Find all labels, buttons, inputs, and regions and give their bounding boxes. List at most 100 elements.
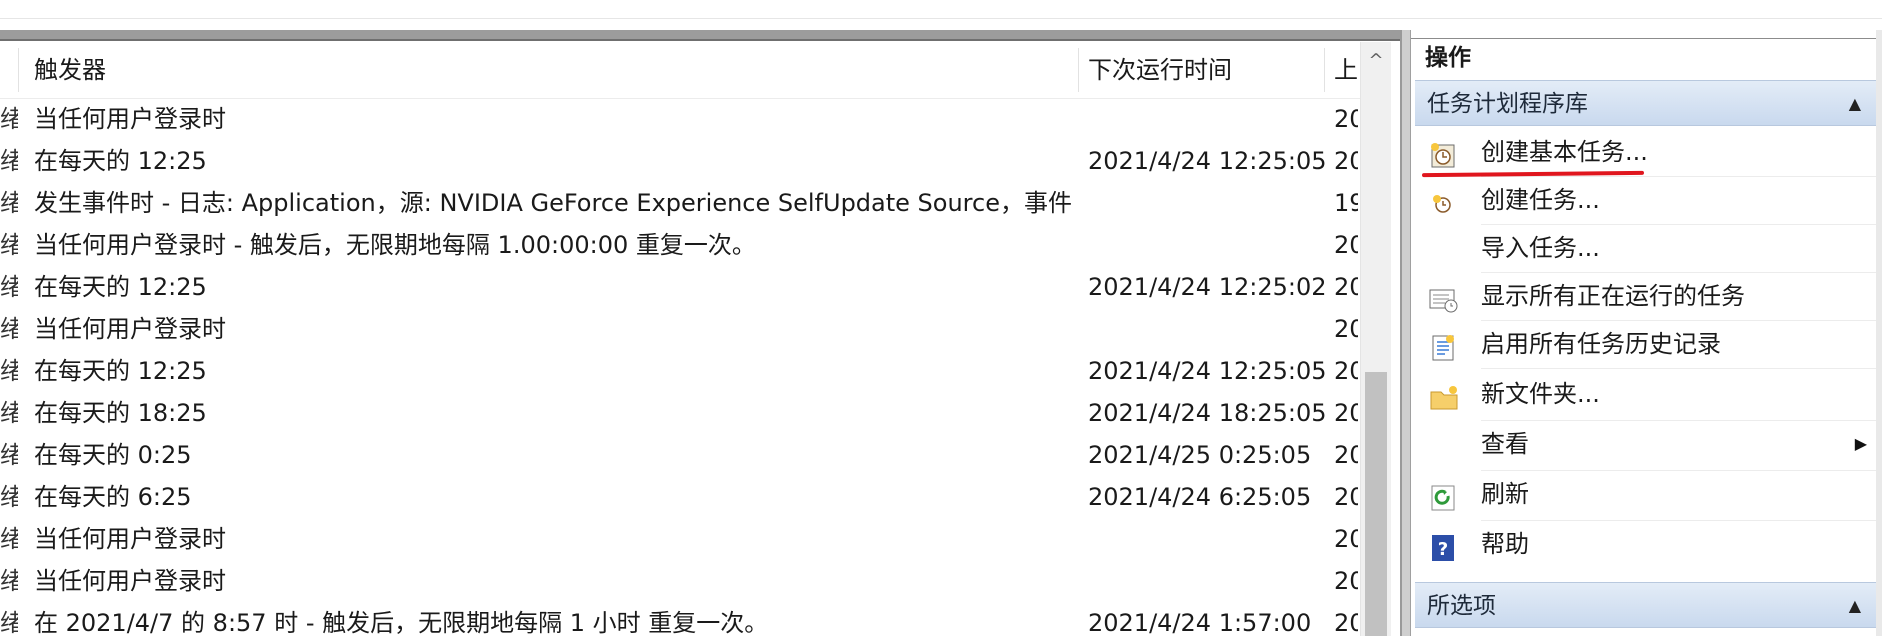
task-status-cell: 绪 (0, 147, 18, 175)
task-trigger-cell: 在 2021/4/7 的 8:57 时 - 触发后，无限期地每隔 1 小时 重复… (34, 609, 769, 636)
task-last-run-cell: 20 (1334, 273, 1358, 301)
task-status-cell: 绪 (0, 567, 18, 595)
action-label: 导入任务... (1481, 234, 1600, 262)
actions-scrollbar[interactable] (1876, 30, 1882, 636)
help-icon: ? (1429, 530, 1457, 561)
task-last-run-cell: 20 (1334, 483, 1358, 511)
task-trigger-cell: 在每天的 12:25 (34, 357, 207, 385)
task-next-run-cell: 2021/4/24 6:25:05 (1088, 483, 1312, 511)
action-show-running-tasks[interactable]: 显示所有正在运行的任务 (1415, 272, 1881, 320)
task-status-cell: 绪 (0, 357, 18, 385)
task-row[interactable]: 绪当任何用户登录时 20 (0, 308, 1360, 350)
action-refresh[interactable]: 刷新 (1415, 470, 1881, 518)
task-row[interactable]: 绪在 2021/4/7 的 8:57 时 - 触发后，无限期地每隔 1 小时 重… (0, 602, 1360, 636)
action-enable-history[interactable]: 启用所有任务历史记录 (1415, 320, 1881, 368)
task-trigger-cell: 在每天的 12:25 (34, 147, 207, 175)
actions-title: 操作 (1411, 38, 1882, 76)
task-row[interactable]: 绪在每天的 0:25 2021/4/25 0:25:05 20 (0, 434, 1360, 476)
task-trigger-cell: 发生事件时 - 日志: Application，源: NVIDIA GeForc… (34, 189, 1074, 217)
task-last-run-cell: 20 (1334, 525, 1358, 553)
collapse-arrow-icon[interactable]: ▲ (1849, 583, 1861, 629)
task-last-run-cell: 20 (1334, 441, 1358, 469)
divider (1481, 368, 1881, 369)
action-label: 帮助 (1481, 530, 1529, 558)
task-trigger-cell: 当任何用户登录时 (34, 567, 226, 595)
task-trigger-cell: 当任何用户登录时 - 触发后，无限期地每隔 1.00:00:00 重复一次。 (34, 231, 756, 259)
task-status-cell: 绪 (0, 273, 18, 301)
task-last-run-cell: 19 (1334, 189, 1358, 217)
task-next-run-cell: 2021/4/24 12:25:02 (1088, 273, 1327, 301)
task-trigger-cell: 当任何用户登录时 (34, 525, 226, 553)
task-trigger-cell: 在每天的 18:25 (34, 399, 207, 427)
action-create-task[interactable]: 创建任务... (1415, 176, 1881, 224)
action-label: 刷新 (1481, 480, 1529, 508)
task-last-run-cell: 20 (1334, 147, 1358, 175)
column-header-status[interactable] (0, 42, 18, 98)
action-new-folder[interactable]: 新文件夹... (1415, 370, 1881, 418)
task-trigger-cell: 在每天的 0:25 (34, 441, 192, 469)
task-last-run-cell: 20 (1334, 231, 1358, 259)
svg-text:?: ? (1438, 539, 1448, 560)
task-row[interactable]: 绪当任何用户登录时 20 (0, 560, 1360, 602)
action-create-basic-task[interactable]: 创建基本任务... (1415, 128, 1881, 176)
pane-frame (0, 30, 1400, 41)
task-next-run-cell: 2021/4/24 1:57:00 (1088, 609, 1312, 636)
action-label: 创建基本任务... (1481, 138, 1648, 166)
create-task-icon (1429, 186, 1457, 214)
task-list-header: 触发器 下次运行时间 上 (0, 42, 1360, 99)
task-row[interactable]: 绪在每天的 6:25 2021/4/24 6:25:05 20 (0, 476, 1360, 518)
task-next-run-cell: 2021/4/25 0:25:05 (1088, 441, 1312, 469)
task-row[interactable]: 绪当任何用户登录时 20 (0, 518, 1360, 560)
task-status-cell: 绪 (0, 441, 18, 469)
refresh-icon (1429, 480, 1457, 511)
task-list: 触发器 下次运行时间 上 绪当任何用户登录时 20 绪在每天的 12:25 2021/… (0, 42, 1360, 636)
action-import-task[interactable]: 导入任务... (1415, 224, 1881, 272)
task-trigger-cell: 在每天的 12:25 (34, 273, 207, 301)
scrollbar-thumb[interactable] (1365, 372, 1387, 636)
task-trigger-cell: 在每天的 6:25 (34, 483, 192, 511)
actions-pane: 操作 任务计划程序库 ▲ 创建基本任务... 创建任务... 导入任务... 显… (1410, 30, 1882, 636)
history-icon (1429, 330, 1457, 361)
task-last-run-cell: 20 (1334, 609, 1358, 636)
task-row[interactable]: 绪当任何用户登录时 20 (0, 98, 1360, 140)
column-header-trigger[interactable]: 触发器 (34, 42, 1074, 98)
task-last-run-cell: 20 (1334, 399, 1358, 427)
task-status-cell: 绪 (0, 609, 18, 636)
column-header-next-run[interactable]: 下次运行时间 (1088, 42, 1328, 98)
task-next-run-cell: 2021/4/24 18:25:05 (1088, 399, 1327, 427)
column-separator[interactable] (18, 48, 19, 92)
action-help[interactable]: ? 帮助 (1415, 520, 1881, 568)
column-separator[interactable] (1324, 48, 1325, 92)
section-task-library[interactable]: 任务计划程序库 ▲ (1415, 80, 1881, 126)
action-label: 查看 (1481, 430, 1529, 458)
section-selected-item[interactable]: 所选项 ▲ (1415, 582, 1881, 628)
task-row[interactable]: 绪发生事件时 - 日志: Application，源: NVIDIA GeFor… (0, 182, 1360, 224)
column-separator[interactable] (1078, 48, 1079, 92)
task-status-cell: 绪 (0, 315, 18, 343)
action-label: 显示所有正在运行的任务 (1481, 282, 1745, 310)
task-row[interactable]: 绪当任何用户登录时 - 触发后，无限期地每隔 1.00:00:00 重复一次。 2… (0, 224, 1360, 266)
task-status-cell: 绪 (0, 483, 18, 511)
task-trigger-cell: 当任何用户登录时 (34, 315, 226, 343)
section-task-library-label: 任务计划程序库 (1427, 91, 1588, 117)
task-list-scrollbar[interactable]: ^ (1360, 42, 1391, 636)
task-row[interactable]: 绪在每天的 18:25 2021/4/24 18:25:05 20 (0, 392, 1360, 434)
task-row[interactable]: 绪在每天的 12:25 2021/4/24 12:25:05 20 (0, 140, 1360, 182)
submenu-arrow-icon: ▶ (1854, 434, 1867, 453)
scroll-up-arrow-icon[interactable]: ^ (1361, 48, 1391, 74)
task-row[interactable]: 绪在每天的 12:25 2021/4/24 12:25:02 20 (0, 266, 1360, 308)
top-strip (0, 0, 1882, 19)
running-tasks-icon (1429, 282, 1458, 313)
action-label: 创建任务... (1481, 186, 1600, 214)
task-last-run-cell: 20 (1334, 105, 1358, 133)
task-status-cell: 绪 (0, 189, 18, 217)
action-label: 新文件夹... (1481, 380, 1600, 408)
folder-icon (1429, 380, 1458, 410)
column-header-last-run[interactable]: 上 (1334, 42, 1358, 98)
task-status-cell: 绪 (0, 105, 18, 133)
action-view[interactable]: 查看 ▶ (1415, 420, 1881, 468)
task-status-cell: 绪 (0, 399, 18, 427)
task-row[interactable]: 绪在每天的 12:25 2021/4/24 12:25:05 20 (0, 350, 1360, 392)
collapse-arrow-icon[interactable]: ▲ (1849, 81, 1861, 127)
task-last-run-cell: 20 (1334, 315, 1358, 343)
